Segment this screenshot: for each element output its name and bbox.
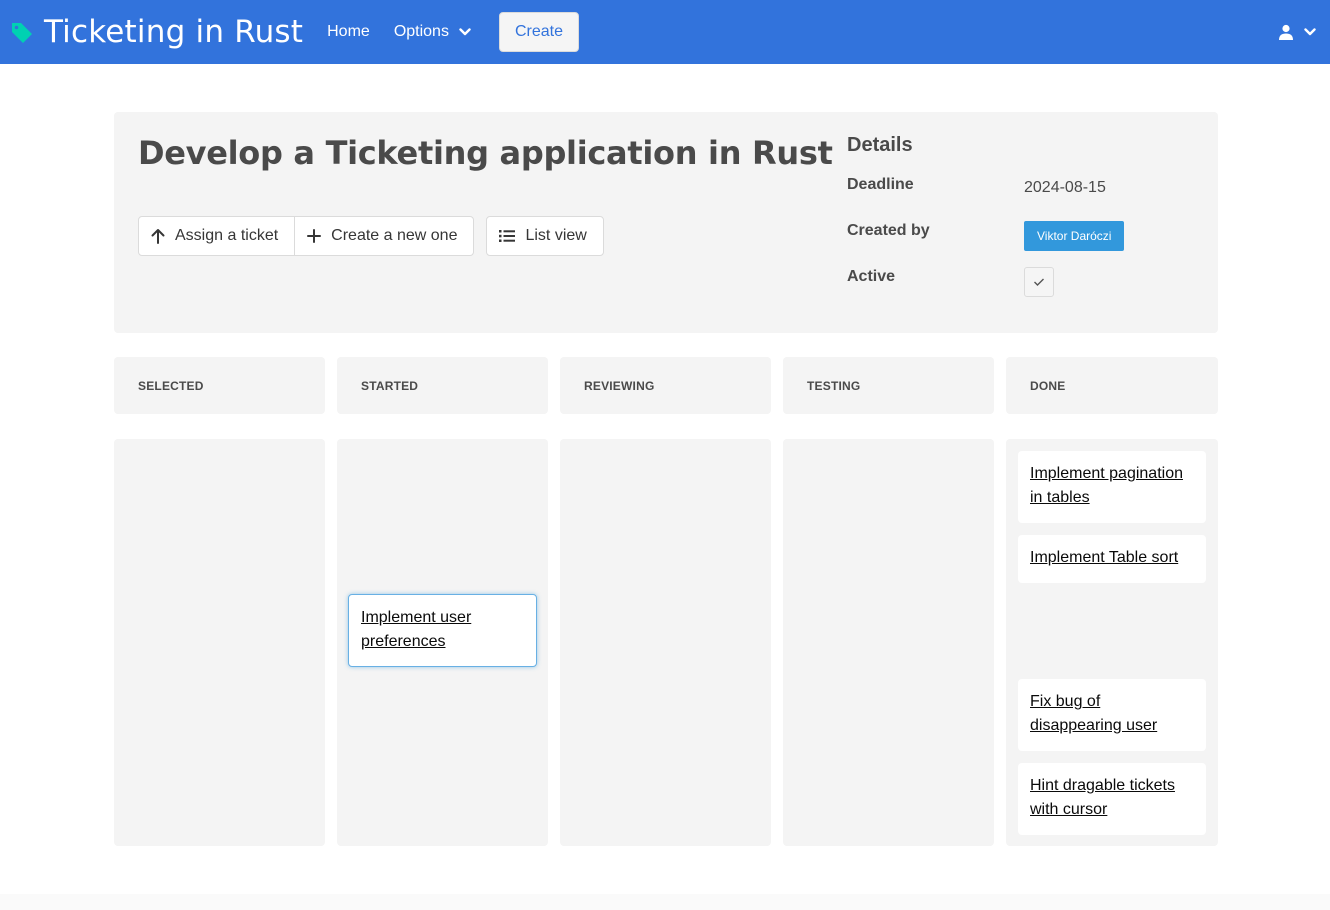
column-testing[interactable] (783, 439, 994, 846)
user-icon (1279, 24, 1293, 40)
project-title: Develop a Ticketing application in Rust (138, 134, 833, 172)
nav-home-link[interactable]: Home (327, 23, 370, 41)
column-header-started: STARTED (337, 357, 548, 414)
deadline-value: 2024-08-15 (1024, 179, 1106, 196)
project-details: Details Deadline 2024-08-15 Created by V… (847, 134, 1207, 297)
nav-options-label: Options (393, 23, 449, 40)
column-done[interactable]: Implement pagination in tables Implement… (1006, 439, 1218, 846)
active-label: Active (847, 268, 896, 285)
ticket-link[interactable]: Implement user preferences (361, 609, 471, 650)
ticket-card[interactable]: Fix bug of disappearing user (1018, 679, 1206, 751)
column-header-testing: TESTING (783, 357, 994, 414)
ticket-link[interactable]: Implement pagination in tables (1030, 465, 1183, 506)
create-new-ticket-label: Create a new one (331, 227, 458, 244)
check-icon (1034, 278, 1044, 286)
deadline-label: Deadline (847, 176, 914, 193)
brand[interactable]: Ticketing in Rust (0, 0, 303, 64)
brand-title: Ticketing in Rust (44, 14, 304, 50)
column-header-reviewing: REVIEWING (560, 357, 771, 414)
ticket-link[interactable]: Implement Table sort (1030, 549, 1178, 566)
column-reviewing[interactable] (560, 439, 771, 846)
user-menu[interactable] (1278, 0, 1316, 64)
plus-icon (307, 229, 322, 243)
column-selected[interactable] (114, 439, 325, 846)
chevron-down-icon (1304, 28, 1316, 36)
list-view-label: List view (525, 227, 587, 244)
project-panel: Develop a Ticketing application in Rust … (114, 112, 1218, 333)
column-header-selected: SELECTED (114, 357, 325, 414)
tag-icon (12, 23, 32, 43)
assign-ticket-button[interactable]: Assign a ticket (138, 216, 296, 256)
footer (0, 894, 1330, 910)
ticket-link[interactable]: Fix bug of disappearing user (1030, 693, 1157, 734)
column-started[interactable]: Implement user preferences (337, 439, 548, 846)
created-by-user-tag[interactable]: Viktor Daróczi (1024, 221, 1125, 251)
active-checkbox[interactable] (1024, 267, 1054, 297)
arrow-up-icon (151, 229, 165, 244)
ticket-card[interactable]: Implement Table sort (1018, 535, 1206, 583)
details-title: Details (847, 134, 913, 156)
assign-ticket-label: Assign a ticket (175, 227, 279, 244)
list-icon (499, 230, 516, 242)
navbar: Ticketing in Rust Home Options Create (0, 0, 1330, 64)
chevron-down-icon (459, 28, 471, 36)
project-actions: Assign a ticket Create a new one List vi… (138, 216, 604, 256)
create-new-ticket-button[interactable]: Create a new one (295, 216, 475, 256)
list-view-button[interactable]: List view (486, 216, 604, 256)
create-button[interactable]: Create (498, 12, 579, 52)
column-header-done: DONE (1006, 357, 1218, 414)
ticket-card[interactable]: Implement user preferences (348, 594, 537, 667)
nav-options-dropdown[interactable]: Options (394, 23, 471, 41)
created-by-label: Created by (847, 222, 930, 239)
ticket-card[interactable]: Hint dragable tickets with cursor (1018, 763, 1206, 835)
ticket-link[interactable]: Hint dragable tickets with cursor (1030, 777, 1175, 818)
ticket-card[interactable]: Implement pagination in tables (1018, 451, 1206, 523)
